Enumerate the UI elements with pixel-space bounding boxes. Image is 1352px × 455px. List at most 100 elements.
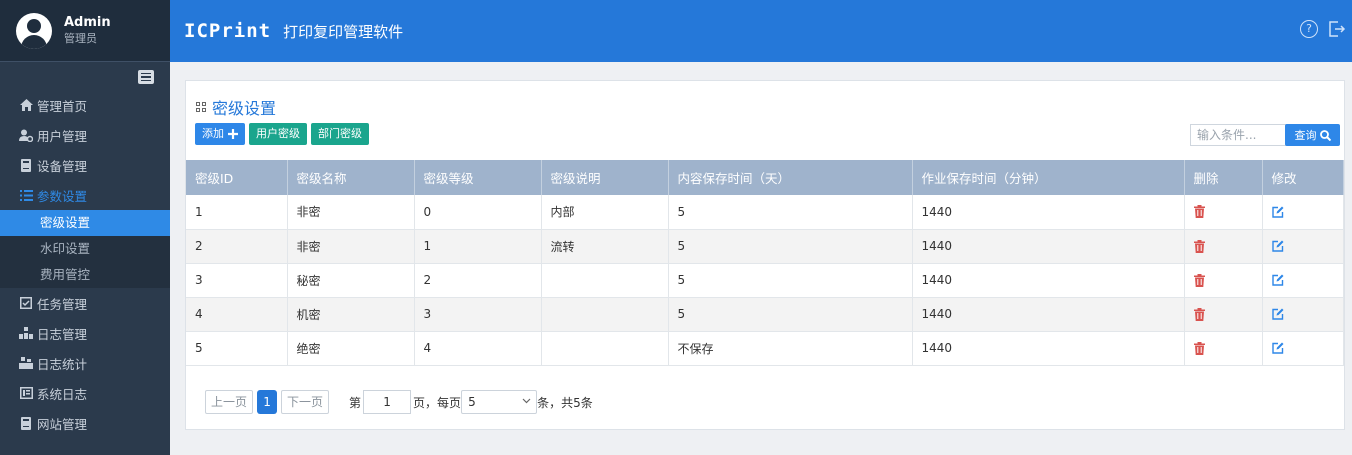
table-row: 3 秘密 2 5 1440 bbox=[186, 263, 1344, 298]
next-page-button[interactable]: 下一页 bbox=[281, 390, 330, 414]
edit-icon[interactable] bbox=[1271, 240, 1284, 252]
user-level-button[interactable]: 用户密级 bbox=[249, 123, 307, 145]
per-page-value: 5 bbox=[468, 395, 476, 409]
sidebar-item-tasks[interactable]: 任务管理 bbox=[0, 288, 170, 318]
brand-logo: ICPrint bbox=[184, 20, 272, 42]
logout-icon[interactable] bbox=[1328, 20, 1346, 38]
search-button-label: 查询 bbox=[1294, 129, 1317, 142]
cell-job-retention: 1440 bbox=[912, 195, 1185, 230]
cell-edit bbox=[1262, 331, 1344, 366]
help-icon[interactable]: ? bbox=[1300, 20, 1318, 38]
col-header-content-retention[interactable]: 内容保存时间（天） bbox=[668, 160, 913, 195]
col-header-delete: 删除 bbox=[1184, 160, 1263, 195]
trash-icon[interactable] bbox=[1193, 307, 1205, 321]
cell-delete bbox=[1184, 331, 1263, 366]
sidebar-item-label: 参数设置 bbox=[37, 188, 88, 204]
prev-page-button[interactable]: 上一页 bbox=[205, 390, 254, 414]
sidebar-item-home[interactable]: 管理首页 bbox=[0, 90, 170, 120]
top-header: ICPrint 打印复印管理软件 ? bbox=[170, 0, 1352, 62]
list-icon bbox=[19, 188, 33, 202]
col-header-name[interactable]: 密级名称 bbox=[287, 160, 415, 195]
cell-content-retention: 不保存 bbox=[668, 331, 913, 366]
edit-icon[interactable] bbox=[1271, 206, 1284, 218]
task-icon bbox=[19, 296, 33, 310]
grid-icon bbox=[196, 101, 207, 113]
cell-job-retention: 1440 bbox=[912, 229, 1185, 264]
security-level-table: 密级ID 密级名称 密级等级 密级说明 内容保存时间（天） 作业保存时间（分钟）… bbox=[186, 160, 1344, 366]
col-header-desc[interactable]: 密级说明 bbox=[541, 160, 669, 195]
sidebar-subitem-security-level[interactable]: 密级设置 bbox=[0, 210, 170, 236]
sidebar-item-label: 设备管理 bbox=[37, 158, 88, 174]
sidebar-subitem-cost-control[interactable]: 费用管控 bbox=[0, 262, 170, 288]
table-row: 2 非密 1 流转 5 1440 bbox=[186, 229, 1344, 264]
page-number-current[interactable]: 1 bbox=[257, 390, 278, 414]
col-header-job-retention[interactable]: 作业保存时间（分钟） bbox=[912, 160, 1185, 195]
page-number-input[interactable]: 1 bbox=[363, 390, 412, 414]
sidebar-item-label: 日志管理 bbox=[37, 326, 88, 342]
cell-level: 2 bbox=[414, 263, 542, 298]
cell-id: 3 bbox=[186, 263, 288, 298]
cell-delete bbox=[1184, 229, 1263, 264]
add-button[interactable]: 添加 bbox=[195, 123, 245, 145]
cell-level: 3 bbox=[414, 297, 542, 332]
sidebar-item-logs[interactable]: 日志管理 bbox=[0, 318, 170, 348]
search-input[interactable]: 输入条件... bbox=[1190, 124, 1288, 146]
sidebar-item-site[interactable]: 网站管理 bbox=[0, 408, 170, 438]
user-role: 管理员 bbox=[64, 31, 97, 45]
trash-icon[interactable] bbox=[1193, 205, 1205, 219]
content-panel: 密级设置 添加 用户密级 部门密级 输入条件... 查询 密级ID 密级名称 密… bbox=[185, 80, 1345, 430]
cell-id: 4 bbox=[186, 297, 288, 332]
log-icon bbox=[19, 326, 33, 340]
table-row: 1 非密 0 内部 5 1440 bbox=[186, 195, 1344, 230]
sidebar-item-label: 任务管理 bbox=[37, 296, 88, 312]
pagination: 上一页 1 下一页 第 1 页，每页 5 条，共5条 bbox=[205, 390, 593, 414]
home-icon bbox=[19, 98, 33, 112]
col-header-level[interactable]: 密级等级 bbox=[414, 160, 542, 195]
sidebar-item-devices[interactable]: 设备管理 bbox=[0, 150, 170, 180]
cell-delete bbox=[1184, 297, 1263, 332]
dept-level-button[interactable]: 部门密级 bbox=[311, 123, 369, 145]
avatar[interactable] bbox=[16, 12, 52, 49]
trash-icon[interactable] bbox=[1193, 273, 1205, 287]
edit-icon[interactable] bbox=[1271, 342, 1284, 354]
cell-name: 非密 bbox=[287, 229, 415, 264]
cell-id: 5 bbox=[186, 331, 288, 366]
edit-icon[interactable] bbox=[1271, 308, 1284, 320]
col-header-edit: 修改 bbox=[1262, 160, 1344, 195]
sidebar-item-users[interactable]: 用户管理 bbox=[0, 120, 170, 150]
cell-edit bbox=[1262, 229, 1344, 264]
sidebar-item-syslog[interactable]: 系统日志 bbox=[0, 378, 170, 408]
cell-name: 非密 bbox=[287, 195, 415, 230]
add-button-label: 添加 bbox=[202, 127, 224, 140]
cell-edit bbox=[1262, 263, 1344, 298]
trash-icon[interactable] bbox=[1193, 239, 1205, 253]
cell-content-retention: 5 bbox=[668, 229, 913, 264]
table-header-row: 密级ID 密级名称 密级等级 密级说明 内容保存时间（天） 作业保存时间（分钟）… bbox=[186, 160, 1344, 195]
cell-name: 秘密 bbox=[287, 263, 415, 298]
user-box: Admin 管理员 bbox=[0, 0, 170, 62]
page-title: 密级设置 bbox=[196, 95, 276, 119]
search-icon bbox=[1319, 129, 1331, 141]
cell-id: 2 bbox=[186, 229, 288, 264]
sidebar-item-stats[interactable]: 日志统计 bbox=[0, 348, 170, 378]
syslog-icon bbox=[19, 386, 33, 400]
sidebar-item-label: 管理首页 bbox=[37, 98, 88, 114]
sidebar-item-label: 网站管理 bbox=[37, 416, 88, 432]
trash-icon[interactable] bbox=[1193, 341, 1205, 355]
sidebar-subitem-watermark[interactable]: 水印设置 bbox=[0, 236, 170, 262]
sidebar: Admin 管理员 管理首页 用户管理 设备管理 参数设置 密级设置 水印设置 … bbox=[0, 0, 170, 455]
hamburger-icon[interactable] bbox=[138, 70, 154, 84]
per-page-select[interactable]: 5 bbox=[461, 390, 538, 414]
search-button[interactable]: 查询 bbox=[1285, 124, 1340, 146]
page-title-text: 密级设置 bbox=[212, 99, 277, 118]
cell-job-retention: 1440 bbox=[912, 297, 1185, 332]
sidebar-item-label: 日志统计 bbox=[37, 356, 88, 372]
cell-name: 绝密 bbox=[287, 331, 415, 366]
col-header-id[interactable]: 密级ID bbox=[186, 160, 288, 195]
edit-icon[interactable] bbox=[1271, 274, 1284, 286]
sidebar-item-params[interactable]: 参数设置 bbox=[0, 180, 170, 210]
cell-delete bbox=[1184, 263, 1263, 298]
per-page-label: 页，每页 bbox=[413, 395, 462, 410]
user-gear-icon bbox=[19, 128, 33, 142]
cell-job-retention: 1440 bbox=[912, 263, 1185, 298]
